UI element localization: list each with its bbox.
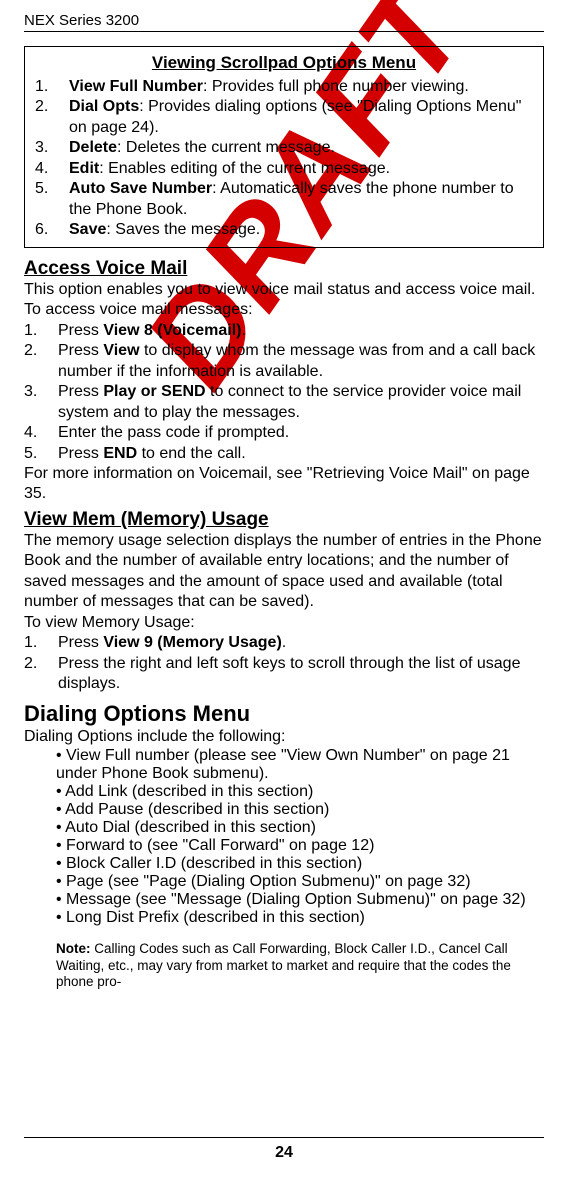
- box-item: 2.Dial Opts: Provides dialing options (s…: [35, 97, 533, 138]
- page-header: NEX Series 3200: [24, 12, 544, 29]
- page-number: 24: [0, 1144, 568, 1162]
- step-number: 5.: [24, 444, 58, 464]
- item-text: Delete: Deletes the current message.: [69, 138, 533, 158]
- section-memory-usage-title: View Mem (Memory) Usage: [24, 509, 544, 531]
- step-text: Press END to end the call.: [58, 444, 544, 464]
- step-item: 1.Press View 9 (Memory Usage).: [24, 633, 544, 653]
- paragraph: The memory usage selection displays the …: [24, 531, 544, 613]
- item-number: 5.: [35, 179, 69, 199]
- item-text: Auto Save Number: Automatically saves th…: [69, 179, 533, 220]
- bullet-item: Block Caller I.D (described in this sect…: [56, 855, 544, 873]
- item-number: 1.: [35, 77, 69, 97]
- paragraph: This option enables you to view voice ma…: [24, 280, 544, 300]
- bullet-item: Message (see "Message (Dialing Option Su…: [56, 891, 544, 909]
- box-item: 3.Delete: Deletes the current message.: [35, 138, 533, 158]
- box-item: 5.Auto Save Number: Automatically saves …: [35, 179, 533, 220]
- step-number: 4.: [24, 423, 58, 443]
- item-number: 6.: [35, 220, 69, 240]
- step-item: 4.Enter the pass code if prompted.: [24, 423, 544, 443]
- bullet-item: Add Link (described in this section): [56, 783, 544, 801]
- box-item: 1.View Full Number: Provides full phone …: [35, 77, 533, 97]
- header-rule: [24, 31, 544, 32]
- step-text: Press the right and left soft keys to sc…: [58, 654, 544, 695]
- step-number: 2.: [24, 341, 58, 361]
- step-item: 2.Press View to display whom the message…: [24, 341, 544, 382]
- step-text: Enter the pass code if prompted.: [58, 423, 544, 443]
- note-text: Note: Calling Codes such as Call Forward…: [24, 941, 544, 992]
- options-box: Viewing Scrollpad Options Menu 1.View Fu…: [24, 46, 544, 248]
- step-item: 5.Press END to end the call.: [24, 444, 544, 464]
- paragraph: To access voice mail messages:: [24, 300, 544, 320]
- steps-list: 1.Press View 9 (Memory Usage). 2.Press t…: [24, 633, 544, 694]
- bullet-item: Auto Dial (described in this section): [56, 819, 544, 837]
- steps-list: 1.Press View 8 (Voicemail). 2.Press View…: [24, 321, 544, 464]
- step-number: 1.: [24, 633, 58, 653]
- box-item: 4.Edit: Enables editing of the current m…: [35, 159, 533, 179]
- section-dialing-options-title: Dialing Options Menu: [24, 701, 544, 727]
- bullet-item: View Full number (please see "View Own N…: [56, 747, 544, 783]
- step-text: Press Play or SEND to connect to the ser…: [58, 382, 544, 423]
- box-list: 1.View Full Number: Provides full phone …: [35, 77, 533, 241]
- step-text: Press View 9 (Memory Usage).: [58, 633, 544, 653]
- item-text: View Full Number: Provides full phone nu…: [69, 77, 533, 97]
- paragraph: To view Memory Usage:: [24, 613, 544, 633]
- bullet-list: View Full number (please see "View Own N…: [24, 747, 544, 927]
- step-number: 3.: [24, 382, 58, 402]
- item-text: Save: Saves the message.: [69, 220, 533, 240]
- paragraph: For more information on Voicemail, see "…: [24, 464, 544, 505]
- item-number: 3.: [35, 138, 69, 158]
- step-number: 1.: [24, 321, 58, 341]
- bullet-item: Page (see "Page (Dialing Option Submenu)…: [56, 873, 544, 891]
- box-item: 6.Save: Saves the message.: [35, 220, 533, 240]
- box-title: Viewing Scrollpad Options Menu: [35, 53, 533, 73]
- item-number: 2.: [35, 97, 69, 117]
- item-text: Edit: Enables editing of the current mes…: [69, 159, 533, 179]
- bullet-item: Add Pause (described in this section): [56, 801, 544, 819]
- bullet-item: Long Dist Prefix (described in this sect…: [56, 909, 544, 927]
- step-text: Press View 8 (Voicemail).: [58, 321, 544, 341]
- footer-rule: [24, 1137, 544, 1138]
- item-number: 4.: [35, 159, 69, 179]
- step-number: 2.: [24, 654, 58, 674]
- section-access-voicemail-title: Access Voice Mail: [24, 258, 544, 280]
- step-text: Press View to display whom the message w…: [58, 341, 544, 382]
- step-item: 2.Press the right and left soft keys to …: [24, 654, 544, 695]
- step-item: 3.Press Play or SEND to connect to the s…: [24, 382, 544, 423]
- bullet-item: Forward to (see "Call Forward" on page 1…: [56, 837, 544, 855]
- step-item: 1.Press View 8 (Voicemail).: [24, 321, 544, 341]
- item-text: Dial Opts: Provides dialing options (see…: [69, 97, 533, 138]
- paragraph: Dialing Options include the following:: [24, 727, 544, 747]
